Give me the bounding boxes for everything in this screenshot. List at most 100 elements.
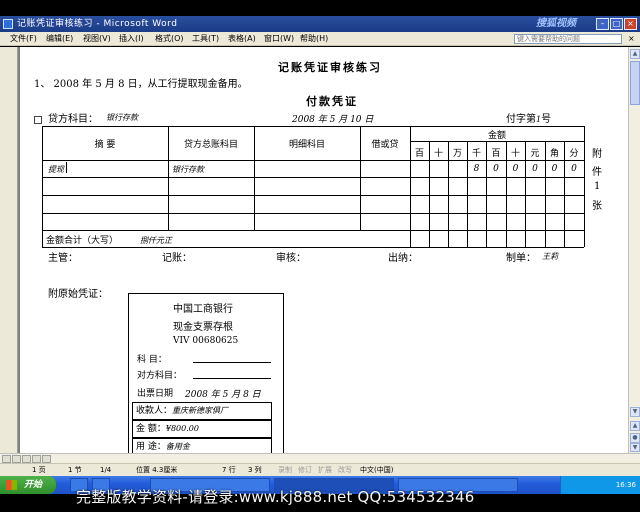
- normal-view-icon[interactable]: [2, 455, 11, 463]
- close-document-button[interactable]: ×: [628, 32, 635, 46]
- start-label: 开始: [24, 480, 43, 490]
- stub-purpose-label: 用 途：: [136, 442, 166, 452]
- table-move-handle-icon[interactable]: [34, 116, 42, 124]
- row1-digit-yuan: 0: [532, 164, 538, 174]
- windows-flag-icon: [6, 480, 17, 490]
- minimize-button[interactable]: –: [596, 18, 609, 30]
- document-area: 记账凭证审核练习 1、 2008 年 5 月 8 日，从工行提取现金备用。 付款…: [0, 47, 628, 457]
- outline-view-icon[interactable]: [32, 455, 41, 463]
- row1-digit-qian: 8: [473, 164, 480, 174]
- maximize-button[interactable]: □: [610, 18, 623, 30]
- voucher-title: 付款凭证: [306, 95, 358, 108]
- bookkeeping-label: 记账：: [162, 253, 192, 264]
- stub-date-label: 出票日期: [137, 389, 174, 399]
- stub-title: 现金支票存根: [173, 322, 233, 333]
- cashier-label: 出纳：: [388, 253, 418, 264]
- unit-bai-2: 百: [491, 149, 501, 159]
- unit-shi-2: 十: [510, 149, 520, 159]
- row1-digit-jiao: 0: [551, 164, 558, 174]
- watermark-banner: 完整版教学资料-请登录:www.kj888.net QQ:534532346: [76, 488, 475, 506]
- unit-bai-1: 百: [414, 149, 424, 159]
- audit-label: 审核：: [276, 253, 306, 264]
- total-value: 捌仟元正: [140, 236, 172, 245]
- header-debit-credit: 借或贷: [371, 140, 399, 150]
- vertical-scrollbar[interactable]: ▲ ▼ ▲ ● ▼: [628, 47, 640, 453]
- stub-counter-line: [193, 378, 271, 379]
- stub-subject-label: 科 目：: [137, 355, 167, 365]
- attach-char-1: 附: [592, 149, 602, 160]
- stub-amount-value: ¥800.00: [165, 424, 199, 433]
- credit-account-label: 贷方科目：: [48, 114, 98, 125]
- header-amount: 金额: [487, 131, 506, 141]
- voucher-number: 付字第1号: [506, 114, 552, 125]
- vertical-ruler: [0, 47, 18, 453]
- menu-bar: 文件(F) 编辑(E) 视图(V) 插入(I) 格式(O) 工具(T) 表格(A…: [0, 32, 640, 46]
- menu-window[interactable]: 窗口(W): [264, 32, 294, 46]
- row1-digit-fen: 0: [571, 164, 577, 174]
- menu-help[interactable]: 帮助(H): [300, 32, 328, 46]
- supervisor-label: 主管：: [48, 253, 78, 264]
- document-heading: 记账凭证审核练习: [278, 61, 382, 74]
- prev-page-icon[interactable]: ▲: [630, 421, 640, 431]
- browse-object-icon[interactable]: ●: [630, 433, 640, 443]
- header-summary: 摘 要: [94, 140, 116, 150]
- text-cursor: [66, 162, 67, 173]
- menu-edit[interactable]: 编辑(E): [46, 32, 73, 46]
- web-view-icon[interactable]: [12, 455, 21, 463]
- row1-digit-bai: 0: [493, 164, 499, 174]
- maker-name: 王莉: [542, 252, 558, 261]
- start-button[interactable]: 开始: [0, 476, 56, 494]
- menu-view[interactable]: 视图(V): [83, 32, 111, 46]
- video-logo-overlay: 搜狐视频: [536, 18, 576, 29]
- print-view-icon[interactable]: [22, 455, 31, 463]
- unit-shi-1: 十: [433, 149, 443, 159]
- row1-digit-shi: 0: [512, 164, 519, 174]
- unit-fen: 分: [569, 149, 579, 159]
- stub-counter-label: 对方科目：: [137, 371, 183, 381]
- stub-subject-line: [193, 362, 271, 363]
- reading-view-icon[interactable]: [42, 455, 51, 463]
- menu-format[interactable]: 格式(O): [155, 32, 184, 46]
- menu-tools[interactable]: 工具(T): [192, 32, 219, 46]
- window-title: 记账凭证审核练习 - Microsoft Word: [17, 19, 178, 29]
- scroll-down-icon[interactable]: ▼: [630, 407, 640, 417]
- row1-summary[interactable]: 提现: [48, 164, 64, 175]
- horizontal-scrollbar[interactable]: [0, 453, 640, 463]
- word-app-icon[interactable]: [3, 19, 13, 29]
- attach-char-4: 张: [592, 201, 602, 212]
- scroll-thumb[interactable]: [630, 61, 640, 105]
- stub-payee-value: 重庆新德家俱厂: [172, 406, 229, 415]
- stub-payee-box: 收款人：重庆新德家俱厂: [132, 402, 272, 420]
- close-button[interactable]: ×: [624, 18, 637, 30]
- document-page[interactable]: 记账凭证审核练习 1、 2008 年 5 月 8 日，从工行提取现金备用。 付款…: [20, 47, 628, 457]
- stub-amount-label: 金 额：: [136, 424, 166, 434]
- unit-jiao: 角: [549, 149, 559, 159]
- menu-file[interactable]: 文件(F): [10, 32, 37, 46]
- menu-insert[interactable]: 插入(I): [119, 32, 144, 46]
- tray-clock: 16:36: [615, 481, 636, 489]
- scroll-up-icon[interactable]: ▲: [630, 49, 640, 59]
- status-bar: 1 页 1 节 1/4 位置 4.3厘米 7 行 3 列 录制 修订 扩展 改写…: [0, 463, 640, 476]
- total-label: 金额合计（大写）: [46, 236, 119, 246]
- task-description: 1、 2008 年 5 月 8 日，从工行提取现金备用。: [34, 79, 248, 90]
- original-voucher-label: 附原始凭证：: [48, 289, 108, 300]
- unit-yuan: 元: [530, 149, 540, 159]
- stub-date-value: 2008 年 5 月 8 日: [185, 390, 261, 400]
- cheque-stub: 中国工商银行 现金支票存根 VIV 00680625 科 目： 对方科目： 出票…: [128, 293, 284, 457]
- stub-serial: VIV 00680625: [173, 336, 239, 346]
- header-detail-account: 明细科目: [288, 140, 325, 150]
- row1-account[interactable]: 银行存款: [172, 164, 204, 175]
- system-tray[interactable]: 16:36: [560, 476, 640, 494]
- maker-label: 制单：: [506, 253, 536, 264]
- help-question-input[interactable]: 键入需要帮助的问题: [514, 34, 622, 44]
- attach-count: 1: [594, 181, 601, 192]
- credit-account-value: 银行存款: [106, 113, 138, 122]
- next-page-icon[interactable]: ▼: [630, 443, 640, 452]
- stub-payee-label: 收款人：: [136, 406, 173, 416]
- voucher-date: 2008 年 5 月 10 日: [292, 115, 374, 125]
- stub-amount-box: 金 额：¥800.00: [132, 420, 272, 438]
- unit-qian: 千: [471, 149, 481, 159]
- window-title-bar[interactable]: 记账凭证审核练习 - Microsoft Word 搜狐视频 – □ ×: [0, 16, 640, 32]
- menu-table[interactable]: 表格(A): [228, 32, 256, 46]
- stub-purpose-value: 备用金: [165, 442, 190, 451]
